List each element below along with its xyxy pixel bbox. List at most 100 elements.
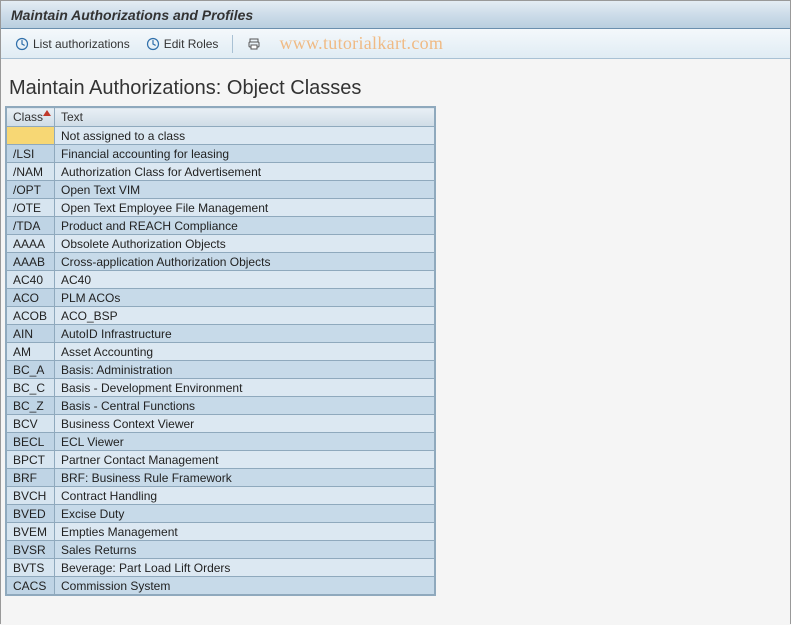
cell-text[interactable]: AutoID Infrastructure: [55, 325, 435, 343]
cell-text[interactable]: Excise Duty: [55, 505, 435, 523]
cell-text[interactable]: Open Text Employee File Management: [55, 199, 435, 217]
table-row[interactable]: BCVBusiness Context Viewer: [7, 415, 435, 433]
print-icon: [247, 37, 261, 51]
clock-icon: [15, 37, 29, 51]
table-row[interactable]: BPCTPartner Contact Management: [7, 451, 435, 469]
content-area: Maintain Authorizations: Object Classes …: [1, 59, 790, 625]
table-row[interactable]: /OPTOpen Text VIM: [7, 181, 435, 199]
print-button[interactable]: [241, 35, 267, 53]
table-row[interactable]: /NAMAuthorization Class for Advertisemen…: [7, 163, 435, 181]
toolbar-separator: [232, 35, 233, 53]
cell-class[interactable]: /TDA: [7, 217, 55, 235]
cell-text[interactable]: Beverage: Part Load Lift Orders: [55, 559, 435, 577]
table-row[interactable]: BVEDExcise Duty: [7, 505, 435, 523]
cell-text[interactable]: PLM ACOs: [55, 289, 435, 307]
column-header-class[interactable]: Class: [7, 108, 55, 127]
object-classes-table-wrap: Class Text Not assigned to a class/LSIFi…: [5, 106, 436, 596]
cell-class[interactable]: BVCH: [7, 487, 55, 505]
table-row[interactable]: AAABCross-application Authorization Obje…: [7, 253, 435, 271]
cell-class[interactable]: AAAB: [7, 253, 55, 271]
table-row[interactable]: BECLECL Viewer: [7, 433, 435, 451]
titlebar: Maintain Authorizations and Profiles: [1, 1, 790, 29]
cell-text[interactable]: Basis - Central Functions: [55, 397, 435, 415]
table-row[interactable]: AMAsset Accounting: [7, 343, 435, 361]
cell-text[interactable]: ECL Viewer: [55, 433, 435, 451]
table-row[interactable]: CACSCommission System: [7, 577, 435, 595]
table-row[interactable]: /TDAProduct and REACH Compliance: [7, 217, 435, 235]
watermark-text: www.tutorialkart.com: [279, 33, 443, 54]
cell-text[interactable]: Open Text VIM: [55, 181, 435, 199]
cell-text[interactable]: Sales Returns: [55, 541, 435, 559]
table-row[interactable]: /OTEOpen Text Employee File Management: [7, 199, 435, 217]
list-authorizations-label: List authorizations: [33, 37, 130, 51]
table-row[interactable]: ACOBACO_BSP: [7, 307, 435, 325]
cell-class[interactable]: /NAM: [7, 163, 55, 181]
cell-class[interactable]: BC_C: [7, 379, 55, 397]
cell-class[interactable]: BECL: [7, 433, 55, 451]
table-row[interactable]: ACOPLM ACOs: [7, 289, 435, 307]
cell-text[interactable]: Product and REACH Compliance: [55, 217, 435, 235]
cell-class[interactable]: ACO: [7, 289, 55, 307]
cell-class[interactable]: CACS: [7, 577, 55, 595]
cell-class[interactable]: BVTS: [7, 559, 55, 577]
object-classes-table[interactable]: Class Text Not assigned to a class/LSIFi…: [6, 107, 435, 595]
cell-text[interactable]: Asset Accounting: [55, 343, 435, 361]
cell-text[interactable]: Cross-application Authorization Objects: [55, 253, 435, 271]
list-authorizations-button[interactable]: List authorizations: [9, 35, 136, 53]
table-row[interactable]: /LSIFinancial accounting for leasing: [7, 145, 435, 163]
cell-class[interactable]: /OTE: [7, 199, 55, 217]
cell-class[interactable]: AC40: [7, 271, 55, 289]
cell-class[interactable]: BVED: [7, 505, 55, 523]
cell-text[interactable]: Obsolete Authorization Objects: [55, 235, 435, 253]
cell-text[interactable]: BRF: Business Rule Framework: [55, 469, 435, 487]
cell-class[interactable]: BRF: [7, 469, 55, 487]
cell-class[interactable]: BPCT: [7, 451, 55, 469]
column-header-class-label: Class: [13, 110, 43, 124]
cell-text[interactable]: AC40: [55, 271, 435, 289]
cell-class[interactable]: AAAA: [7, 235, 55, 253]
cell-class[interactable]: /OPT: [7, 181, 55, 199]
column-header-text-label: Text: [61, 110, 83, 124]
table-row[interactable]: BVTSBeverage: Part Load Lift Orders: [7, 559, 435, 577]
cell-class[interactable]: /LSI: [7, 145, 55, 163]
cell-text[interactable]: Business Context Viewer: [55, 415, 435, 433]
cell-class[interactable]: ACOB: [7, 307, 55, 325]
edit-roles-label: Edit Roles: [164, 37, 219, 51]
cell-text[interactable]: Commission System: [55, 577, 435, 595]
cell-class[interactable]: AIN: [7, 325, 55, 343]
cell-text[interactable]: ACO_BSP: [55, 307, 435, 325]
cell-text[interactable]: Partner Contact Management: [55, 451, 435, 469]
cell-text[interactable]: Basis - Development Environment: [55, 379, 435, 397]
table-row[interactable]: BVCHContract Handling: [7, 487, 435, 505]
page-heading: Maintain Authorizations: Object Classes: [9, 77, 782, 100]
column-header-text[interactable]: Text: [55, 108, 435, 127]
cell-class[interactable]: [7, 127, 55, 145]
table-row[interactable]: BVEMEmpties Management: [7, 523, 435, 541]
table-row[interactable]: AAAAObsolete Authorization Objects: [7, 235, 435, 253]
cell-text[interactable]: Financial accounting for leasing: [55, 145, 435, 163]
table-header-row: Class Text: [7, 108, 435, 127]
edit-roles-button[interactable]: Edit Roles: [140, 35, 225, 53]
table-row[interactable]: AINAutoID Infrastructure: [7, 325, 435, 343]
cell-text[interactable]: Not assigned to a class: [55, 127, 435, 145]
cell-class[interactable]: BC_A: [7, 361, 55, 379]
sort-ascending-icon: [43, 110, 51, 116]
cell-class[interactable]: AM: [7, 343, 55, 361]
cell-text[interactable]: Contract Handling: [55, 487, 435, 505]
table-row[interactable]: BC_ZBasis - Central Functions: [7, 397, 435, 415]
cell-class[interactable]: BVEM: [7, 523, 55, 541]
cell-class[interactable]: BVSR: [7, 541, 55, 559]
table-row[interactable]: BRFBRF: Business Rule Framework: [7, 469, 435, 487]
table-row[interactable]: Not assigned to a class: [7, 127, 435, 145]
table-row[interactable]: BC_CBasis - Development Environment: [7, 379, 435, 397]
table-row[interactable]: BC_ABasis: Administration: [7, 361, 435, 379]
cell-text[interactable]: Basis: Administration: [55, 361, 435, 379]
cell-text[interactable]: Empties Management: [55, 523, 435, 541]
cell-class[interactable]: BC_Z: [7, 397, 55, 415]
table-row[interactable]: BVSRSales Returns: [7, 541, 435, 559]
toolbar: List authorizations Edit Roles www.tutor…: [1, 29, 790, 59]
cell-text[interactable]: Authorization Class for Advertisement: [55, 163, 435, 181]
window-title: Maintain Authorizations and Profiles: [11, 7, 253, 23]
table-row[interactable]: AC40AC40: [7, 271, 435, 289]
cell-class[interactable]: BCV: [7, 415, 55, 433]
